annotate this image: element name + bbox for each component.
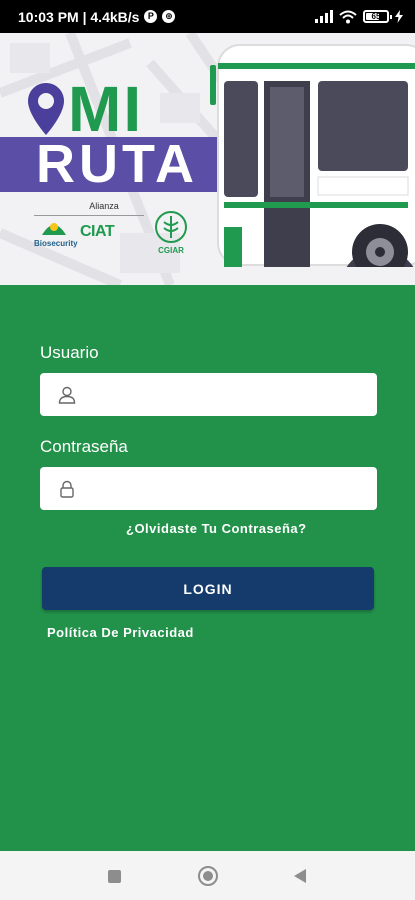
status-bar: 10:03 PM | 4.4kB/s P ⊕ 65 <box>0 0 415 33</box>
notification-icon-2: ⊕ <box>162 10 176 23</box>
logo-mi-text: MI <box>68 73 144 145</box>
home-button[interactable] <box>198 866 218 886</box>
username-field[interactable] <box>40 373 377 416</box>
logo-ruta-text: RUTA <box>36 134 198 194</box>
notification-icon: P <box>144 10 158 23</box>
username-label: Usuario <box>40 343 99 362</box>
biosecurity-logo-icon <box>42 223 66 235</box>
back-button[interactable] <box>294 869 306 883</box>
password-label: Contraseña <box>40 437 128 456</box>
user-icon <box>58 386 76 404</box>
alliances-divider <box>34 215 144 216</box>
partner-ciat-text: CIAT <box>80 223 115 240</box>
status-bar-right: 65 <box>315 10 403 24</box>
status-bar-left: 10:03 PM | 4.4kB/s P ⊕ <box>18 8 176 25</box>
partner-logo-cgiar: CGIAR <box>150 210 192 255</box>
location-pin-icon <box>28 83 64 135</box>
username-input[interactable] <box>86 373 377 416</box>
wifi-icon <box>339 10 357 23</box>
app-header-banner: MI RUTA Alianza Biosecurity CIAT CGIAR <box>0 33 415 285</box>
status-time-speed: 10:03 PM | 4.4kB/s <box>18 8 140 25</box>
lock-icon <box>60 480 74 498</box>
privacy-policy-link[interactable]: Política De Privacidad <box>47 625 194 640</box>
password-input[interactable] <box>86 467 377 510</box>
signal-icon <box>315 10 333 23</box>
battery-level: 65 <box>371 12 381 21</box>
partner-cgiar-text: CGIAR <box>158 246 184 255</box>
app-logo-mi: MI <box>28 77 143 141</box>
login-button[interactable]: LOGIN <box>42 567 374 610</box>
partner-logo-biosecurity: Biosecurity <box>34 219 78 248</box>
cgiar-logo-icon <box>155 211 187 243</box>
charging-icon <box>395 10 403 23</box>
partner-logo-ciat: CIAT <box>80 223 115 241</box>
partner-biosecurity-text: Biosecurity <box>34 239 78 248</box>
bus-illustration <box>210 44 415 267</box>
password-field[interactable] <box>40 467 377 510</box>
login-form: Usuario Contraseña ¿Olvidaste Tu Contras… <box>0 285 415 851</box>
forgot-password-link[interactable]: ¿Olvidaste Tu Contraseña? <box>126 521 307 536</box>
system-navigation-bar <box>0 851 415 900</box>
battery-icon: 65 <box>363 10 392 23</box>
logo-ruta-band: RUTA <box>0 137 218 192</box>
recent-apps-button[interactable] <box>108 870 121 883</box>
